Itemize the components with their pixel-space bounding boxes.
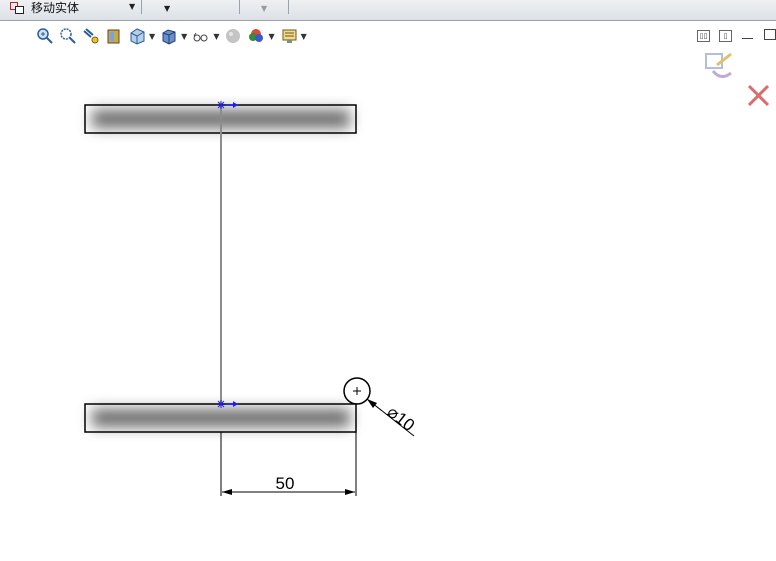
apply-scene-dropdown[interactable]: ▼ bbox=[268, 32, 274, 41]
hide-show-items-icon[interactable] bbox=[192, 27, 210, 45]
command-label: 移动实体 bbox=[31, 0, 80, 15]
command-dropdown-arrow[interactable]: ▼ bbox=[129, 2, 135, 11]
zoom-to-area-icon[interactable] bbox=[59, 27, 77, 45]
section-view-icon[interactable] bbox=[105, 27, 123, 45]
bottom-rectangle-sketch[interactable] bbox=[84, 403, 357, 433]
move-entities-icon bbox=[10, 1, 24, 14]
heads-up-view-toolbar: ▼ ▼ ▼ ▼ ▼ bbox=[36, 26, 312, 46]
view-orientation-dropdown[interactable]: ▼ bbox=[149, 32, 155, 41]
apply-scene-icon[interactable] bbox=[247, 27, 265, 45]
separator bbox=[239, 0, 240, 14]
command-bar: 移动实体 ▼ ▼ ▼ bbox=[0, 0, 776, 21]
display-style-dropdown[interactable]: ▼ bbox=[181, 32, 187, 41]
zoom-to-fit-icon[interactable] bbox=[36, 27, 54, 45]
midpoint-relation-top bbox=[217, 101, 238, 109]
viewport-split-icon[interactable]: ▯▯ bbox=[697, 30, 710, 42]
view-settings-dropdown[interactable]: ▼ bbox=[301, 32, 307, 41]
hide-show-items-dropdown[interactable]: ▼ bbox=[213, 32, 219, 41]
edit-appearance-icon[interactable] bbox=[224, 27, 242, 45]
dropdown-arrow[interactable]: ▼ bbox=[164, 4, 170, 13]
viewport-single-icon[interactable]: ▯ bbox=[719, 30, 732, 42]
dropdown-arrow-disabled: ▼ bbox=[261, 4, 268, 13]
linear-dimension-value[interactable]: 50 bbox=[276, 474, 295, 493]
circle-sketch[interactable] bbox=[343, 377, 371, 405]
view-orientation-icon[interactable] bbox=[128, 27, 146, 45]
separator bbox=[288, 0, 289, 14]
separator bbox=[141, 0, 142, 14]
restore-icon[interactable] bbox=[764, 29, 776, 40]
graphics-area[interactable]: 50 ⌀10 bbox=[0, 50, 776, 561]
diameter-dimension-value[interactable]: ⌀10 bbox=[384, 402, 419, 435]
midpoint-relation-bottom bbox=[217, 400, 238, 408]
view-settings-icon[interactable] bbox=[280, 27, 298, 45]
display-style-icon[interactable] bbox=[160, 27, 178, 45]
previous-view-icon[interactable] bbox=[82, 27, 100, 45]
minimize-icon[interactable] bbox=[742, 38, 753, 39]
move-entities-command[interactable]: 移动实体 bbox=[10, 0, 80, 15]
